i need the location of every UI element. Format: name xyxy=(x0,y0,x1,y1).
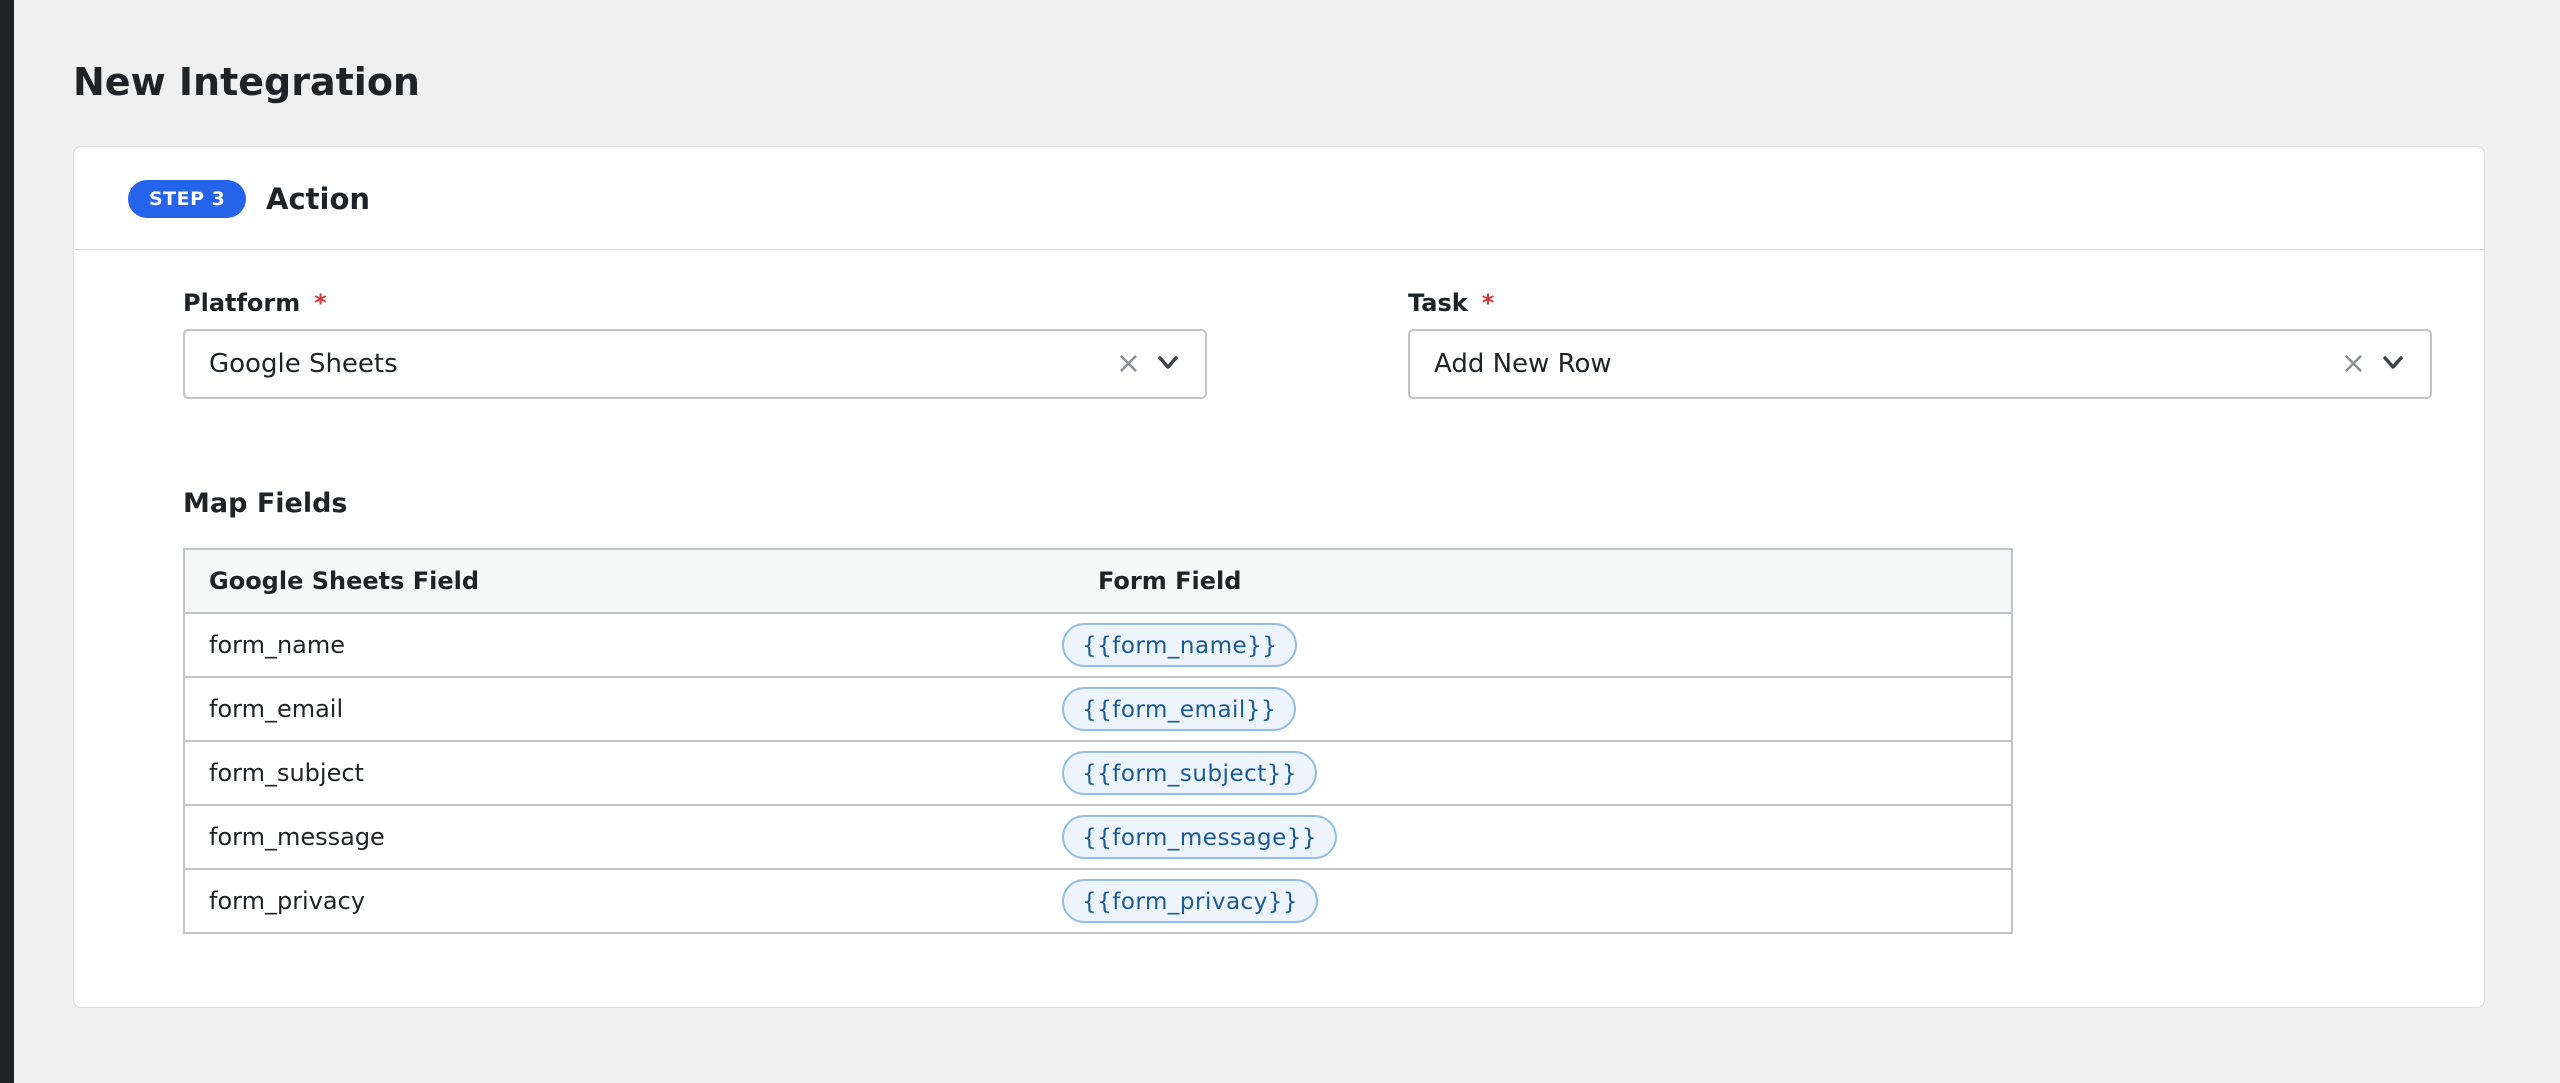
sheets-field-cell: form_message xyxy=(184,805,1074,870)
page-title: New Integration xyxy=(73,60,420,104)
task-label-text: Task xyxy=(1408,289,1468,317)
field-token[interactable]: {{form_privacy}} xyxy=(1062,879,1319,923)
map-fields-title: Map Fields xyxy=(183,488,348,519)
field-token[interactable]: {{form_subject}} xyxy=(1062,751,1318,795)
form-field-cell: {{form_name}} xyxy=(1062,613,2012,678)
column-header-sheets-field: Google Sheets Field xyxy=(184,549,1074,614)
chevron-down-icon[interactable] xyxy=(1157,354,1179,372)
table-row: form_subject {{form_subject}} xyxy=(184,741,2012,806)
task-required-mark: * xyxy=(1481,289,1495,317)
platform-clear-icon[interactable]: × xyxy=(1116,331,1141,397)
task-label: Task * xyxy=(1408,288,1494,318)
table-header-row: Google Sheets Field Form Field xyxy=(184,549,2012,614)
table-row: form_email {{form_email}} xyxy=(184,677,2012,742)
form-field-cell: {{form_email}} xyxy=(1062,677,2012,742)
sheets-field-cell: form_subject xyxy=(184,741,1074,806)
platform-label: Platform * xyxy=(183,288,327,318)
task-select-value: Add New Row xyxy=(1434,349,1612,379)
field-token[interactable]: {{form_name}} xyxy=(1062,623,1298,667)
field-token[interactable]: {{form_message}} xyxy=(1062,815,1338,859)
sheets-field-cell: form_privacy xyxy=(184,869,1074,934)
form-field-cell: {{form_privacy}} xyxy=(1062,869,2012,934)
form-field-cell: {{form_subject}} xyxy=(1062,741,2012,806)
platform-required-mark: * xyxy=(314,289,327,317)
column-header-form-field: Form Field xyxy=(1074,549,2012,614)
form-field-cell: {{form_message}} xyxy=(1062,805,2012,870)
step-badge: STEP 3 xyxy=(128,180,247,218)
admin-sidebar-edge xyxy=(0,0,14,1083)
sheets-field-cell: form_email xyxy=(184,677,1074,742)
table-row: form_privacy {{form_privacy}} xyxy=(184,869,2012,934)
sheets-field-cell: form_name xyxy=(184,613,1074,678)
chevron-down-icon[interactable] xyxy=(2382,354,2404,372)
card-header: STEP 3 Action xyxy=(74,147,2484,250)
platform-select-value: Google Sheets xyxy=(209,349,398,379)
table-row: form_message {{form_message}} xyxy=(184,805,2012,870)
action-step-card: STEP 3 Action Platform * Google Sheets × … xyxy=(73,146,2485,1008)
task-clear-icon[interactable]: × xyxy=(2341,331,2366,397)
platform-select[interactable]: Google Sheets × xyxy=(183,329,1207,399)
table-row: form_name {{form_name}} xyxy=(184,613,2012,678)
map-fields-table: Google Sheets Field Form Field form_name… xyxy=(183,548,2013,934)
field-token[interactable]: {{form_email}} xyxy=(1062,687,1297,731)
platform-label-text: Platform xyxy=(183,289,301,317)
step-title: Action xyxy=(266,182,371,216)
task-select[interactable]: Add New Row × xyxy=(1408,329,2432,399)
